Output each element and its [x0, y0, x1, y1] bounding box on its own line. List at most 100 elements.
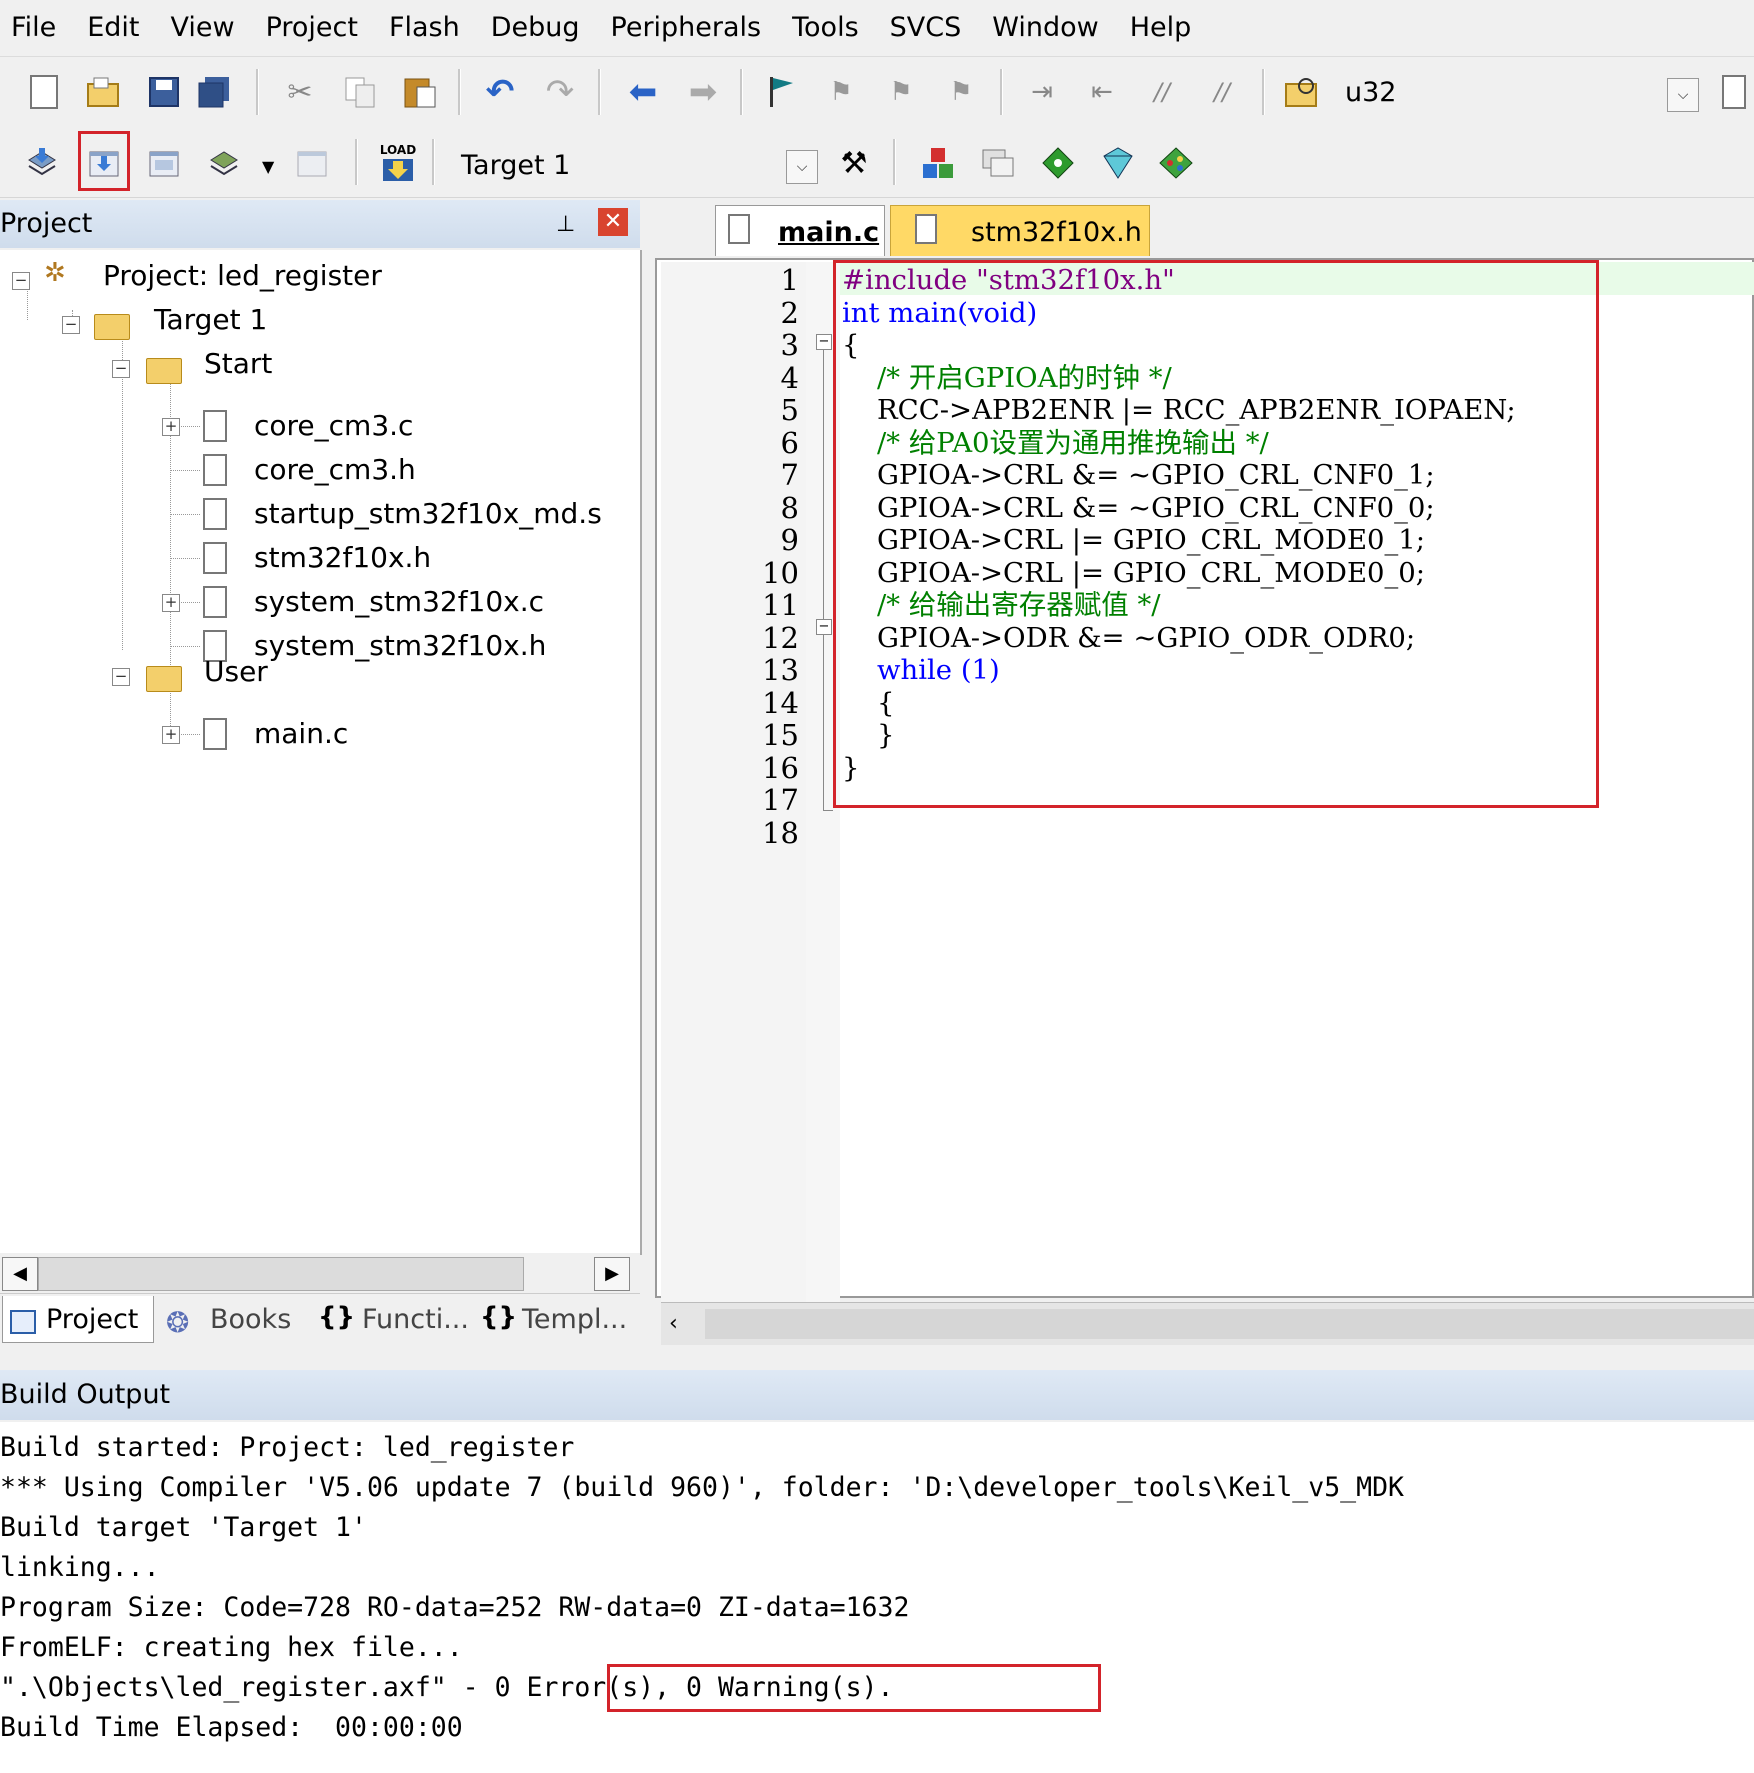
tree-file[interactable]: startup_stm32f10x_md.s: [254, 494, 602, 534]
new-file-icon[interactable]: [26, 74, 62, 110]
code-highlight-box: [833, 260, 1599, 808]
expand-toggle[interactable]: +: [162, 418, 180, 436]
menu-flash[interactable]: Flash: [378, 0, 480, 56]
line-number: 10: [762, 555, 799, 590]
fold-toggle[interactable]: −: [816, 619, 832, 635]
paste-icon[interactable]: [402, 74, 438, 110]
bookmark-icon[interactable]: [763, 74, 799, 110]
batch-build-icon[interactable]: [206, 145, 242, 181]
close-icon[interactable]: ✕: [598, 208, 628, 236]
menu-edit[interactable]: Edit: [76, 0, 159, 56]
collapse-toggle[interactable]: −: [62, 316, 80, 334]
menu-help[interactable]: Help: [1119, 0, 1212, 56]
menu-project[interactable]: Project: [255, 0, 378, 56]
tab-functions[interactable]: Functi...: [362, 1300, 469, 1340]
scroll-right-icon[interactable]: ▶: [594, 1257, 630, 1291]
batch-build-dropdown-icon[interactable]: ▼: [262, 157, 274, 176]
fold-toggle[interactable]: −: [816, 334, 832, 350]
bookmark-clear-icon[interactable]: ⚑: [943, 74, 979, 110]
cut-icon[interactable]: ✂: [282, 74, 318, 110]
menu-peripherals[interactable]: Peripherals: [600, 0, 782, 56]
find-combo-value[interactable]: u32: [1345, 77, 1396, 108]
tree-file[interactable]: main.c: [254, 714, 348, 754]
tab-stm32f10x-h[interactable]: stm32f10x.h: [890, 205, 1150, 256]
collapse-toggle[interactable]: −: [112, 360, 130, 378]
nav-back-icon[interactable]: ⬅: [625, 72, 661, 112]
line-number: 11: [762, 588, 799, 622]
tab-project[interactable]: Project: [46, 1300, 138, 1340]
build-line: Build Time Elapsed: 00:00:00: [0, 1712, 463, 1743]
tree-file[interactable]: core_cm3.h: [254, 450, 416, 490]
uncomment-icon[interactable]: //: [1204, 74, 1240, 110]
menu-window[interactable]: Window: [981, 0, 1118, 56]
bookmark-next-icon[interactable]: ⚑: [883, 74, 919, 110]
folder-icon: [146, 666, 182, 692]
build-line: Program Size: Code=728 RO-data=252 RW-da…: [0, 1592, 910, 1623]
menu-svcs[interactable]: SVCS: [879, 0, 982, 56]
file-toolbar: ✂ ↶ ↷ ⬅ ➡ ⚑ ⚑ ⚑ ⇥ ⇤ // // u32 ⌵: [0, 56, 1754, 128]
redo-icon[interactable]: ↷: [542, 72, 578, 112]
project-root-icon: ✲: [44, 258, 66, 288]
line-number: 8: [780, 490, 799, 525]
tree-group-user[interactable]: User: [204, 652, 268, 692]
select-packs-icon[interactable]: [1100, 145, 1136, 181]
save-icon[interactable]: [146, 74, 182, 110]
file-icon: [203, 410, 227, 442]
save-all-icon[interactable]: [196, 74, 232, 110]
target-select-value[interactable]: Target 1: [461, 150, 570, 181]
manage-components-icon[interactable]: [920, 145, 956, 181]
tree-file[interactable]: system_stm32f10x.c: [254, 582, 544, 622]
incremental-find-icon[interactable]: [1716, 74, 1752, 110]
menu-debug[interactable]: Debug: [480, 0, 600, 56]
tab-main-c[interactable]: main.c: [715, 205, 885, 256]
tree-file[interactable]: core_cm3.c: [254, 406, 413, 446]
project-tab-icon: [10, 1310, 36, 1334]
menu-tools[interactable]: Tools: [781, 0, 879, 56]
tree-file[interactable]: stm32f10x.h: [254, 538, 431, 578]
tree-file[interactable]: system_stm32f10x.h: [254, 626, 546, 666]
editor-horizontal-scrollbar[interactable]: ‹: [661, 1302, 1754, 1345]
tree-target[interactable]: Target 1: [154, 300, 267, 340]
tab-templates[interactable]: Templ...: [522, 1300, 627, 1340]
run-time-env-icon[interactable]: [1158, 145, 1194, 181]
expand-toggle[interactable]: +: [162, 726, 180, 744]
tree-group-start[interactable]: Start: [204, 344, 272, 384]
collapse-toggle[interactable]: −: [112, 668, 130, 686]
undo-icon[interactable]: ↶: [482, 72, 518, 112]
tab-books[interactable]: Books: [210, 1300, 291, 1340]
target-folder-icon: [94, 314, 130, 340]
expand-toggle[interactable]: +: [162, 594, 180, 612]
bookmark-prev-icon[interactable]: ⚑: [823, 74, 859, 110]
find-combo-dropdown[interactable]: ⌵: [1667, 78, 1699, 112]
collapse-toggle[interactable]: −: [12, 272, 30, 290]
menu-file[interactable]: File: [0, 0, 76, 56]
project-horizontal-scrollbar[interactable]: ◀ ▶: [0, 1253, 640, 1293]
open-file-icon[interactable]: [86, 74, 122, 110]
build-line: *** Using Compiler 'V5.06 update 7 (buil…: [0, 1472, 1404, 1503]
target-select-dropdown[interactable]: ⌵: [786, 150, 818, 184]
file-extensions-icon[interactable]: [980, 145, 1016, 181]
comment-icon[interactable]: //: [1144, 74, 1180, 110]
translate-icon[interactable]: [24, 145, 60, 181]
line-number: 1: [780, 263, 799, 297]
line-number: 14: [762, 685, 799, 720]
scrollbar-thumb[interactable]: [38, 1257, 524, 1291]
stop-build-icon[interactable]: [294, 145, 330, 181]
pack-installer-icon[interactable]: [1040, 145, 1076, 181]
copy-icon[interactable]: [342, 74, 378, 110]
pin-icon[interactable]: ⊥: [556, 212, 575, 237]
line-number: 7: [780, 458, 799, 492]
download-icon[interactable]: LOAD: [376, 141, 420, 185]
unindent-icon[interactable]: ⇤: [1084, 74, 1120, 110]
target-options-icon[interactable]: ⚒: [836, 145, 872, 181]
indent-icon[interactable]: ⇥: [1024, 74, 1060, 110]
scrollbar-thumb[interactable]: [705, 1309, 1754, 1339]
find-in-files-icon[interactable]: [1284, 74, 1320, 110]
menu-view[interactable]: View: [159, 0, 254, 56]
tree-project-root[interactable]: Project: led_register: [103, 256, 382, 296]
nav-forward-icon[interactable]: ➡: [685, 72, 721, 112]
scroll-left-icon[interactable]: ‹: [669, 1311, 678, 1336]
rebuild-icon[interactable]: [146, 145, 182, 181]
scroll-left-icon[interactable]: ◀: [2, 1257, 38, 1291]
line-number: 16: [762, 750, 799, 785]
